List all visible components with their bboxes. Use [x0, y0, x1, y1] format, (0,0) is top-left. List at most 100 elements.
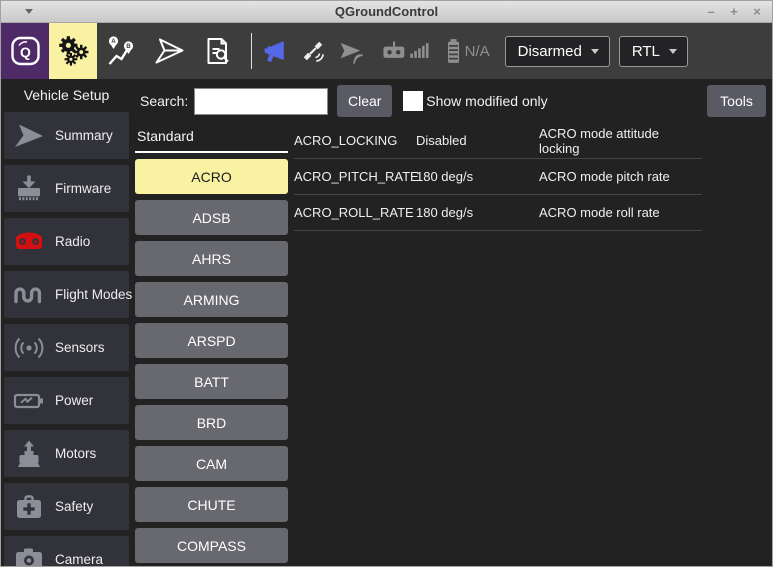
status-indicator-vehicle-messages[interactable]	[261, 38, 287, 64]
category-button-brd[interactable]: BRD	[135, 405, 288, 440]
view-button-vehicle-setup[interactable]	[49, 23, 97, 79]
caret-down-icon	[669, 49, 677, 54]
parameter-name: ACRO_PITCH_RATE	[294, 169, 416, 184]
category-button-ahrs[interactable]: AHRS	[135, 241, 288, 276]
view-button-analyze[interactable]	[193, 23, 241, 79]
status-indicator-gps[interactable]	[300, 38, 326, 64]
sidebar-title: Vehicle Setup	[1, 79, 132, 112]
svg-text:Q: Q	[20, 44, 31, 60]
category-button-arming[interactable]: ARMING	[135, 282, 288, 317]
view-button-qgc-app[interactable]: Q	[1, 23, 49, 79]
parameter-name: ACRO_ROLL_RATE	[294, 205, 416, 220]
category-button-arspd[interactable]: ARSPD	[135, 323, 288, 358]
telemetry-plane-icon	[339, 38, 367, 64]
svg-text:A: A	[111, 38, 116, 45]
paper-plane-icon	[153, 35, 186, 67]
camera-icon	[12, 545, 46, 567]
megaphone-icon	[261, 38, 287, 64]
show-modified-label: Show modified only	[426, 93, 547, 109]
parameter-value: 180 deg/s	[416, 205, 539, 220]
parameter-row[interactable]: ACRO_LOCKING Disabled ACRO mode attitude…	[294, 123, 702, 159]
status-indicators: N/A	[261, 38, 490, 64]
rc-transmitter-icon	[380, 38, 432, 64]
sidebar-item-firmware[interactable]: Firmware	[4, 165, 129, 212]
maximize-button[interactable]: +	[728, 2, 740, 22]
parameter-row[interactable]: ACRO_ROLL_RATE 180 deg/s ACRO mode roll …	[294, 195, 702, 231]
sidebar-item-summary[interactable]: Summary	[4, 112, 129, 159]
parameter-row[interactable]: ACRO_PITCH_RATE 180 deg/s ACRO mode pitc…	[294, 159, 702, 195]
sidebar-item-power[interactable]: Power	[4, 377, 129, 424]
armed-state-dropdown[interactable]: Disarmed	[505, 36, 610, 67]
sidebar-item-label: Power	[55, 393, 93, 408]
sidebar-item-label: Summary	[55, 128, 113, 143]
status-indicator-telemetry-rssi[interactable]	[339, 38, 367, 64]
sidebar-item-radio[interactable]: Radio	[4, 218, 129, 265]
sidebar-item-label: Sensors	[55, 340, 105, 355]
tools-button[interactable]: Tools	[707, 85, 766, 117]
sidebar-item-sensors[interactable]: Sensors	[4, 324, 129, 371]
qgc-logo-icon: Q	[9, 35, 42, 67]
search-bar: Search: Clear Show modified only Tools	[132, 79, 772, 123]
flight-mode-label: RTL	[632, 43, 660, 60]
category-buttons: ACRO ADSB AHRS ARMING ARSPD BATT BRD CAM CHUTE CO…	[135, 159, 288, 563]
window-title: QGroundControl	[1, 4, 772, 19]
view-buttons: QAB	[1, 23, 241, 79]
sidebar-item-camera[interactable]: Camera	[4, 536, 129, 566]
status-indicator-rc-rssi[interactable]	[380, 38, 432, 64]
flight-mode-dropdown[interactable]: RTL	[619, 36, 688, 67]
title-bar: QGroundControl – + ×	[1, 1, 772, 23]
parameter-name: ACRO_LOCKING	[294, 133, 416, 148]
status-indicator-battery[interactable]: N/A	[445, 38, 490, 64]
log-analyze-icon	[201, 35, 234, 67]
view-button-plan[interactable]: AB	[97, 23, 145, 79]
close-button[interactable]: ×	[751, 2, 763, 22]
sidebar-item-label: Camera	[55, 552, 103, 566]
safety-kit-icon	[12, 492, 46, 522]
category-button-adsb[interactable]: ADSB	[135, 200, 288, 235]
view-button-fly[interactable]	[145, 23, 193, 79]
category-group-title: Standard	[135, 123, 288, 153]
sensors-signal-icon	[12, 333, 46, 363]
parameter-value: 180 deg/s	[416, 169, 539, 184]
show-modified-checkbox[interactable]	[403, 91, 423, 111]
category-button-chute[interactable]: CHUTE	[135, 487, 288, 522]
plan-route-icon: AB	[105, 35, 138, 67]
parameter-table: ACRO_LOCKING Disabled ACRO mode attitude…	[294, 123, 702, 566]
motor-icon	[12, 439, 46, 469]
parameter-value: Disabled	[416, 133, 539, 148]
minimize-button[interactable]: –	[705, 2, 717, 22]
sidebar-item-label: Motors	[55, 446, 96, 461]
window-controls: – + ×	[705, 2, 772, 22]
caret-down-icon	[591, 49, 599, 54]
category-button-cam[interactable]: CAM	[135, 446, 288, 481]
sidebar-item-motors[interactable]: Motors	[4, 430, 129, 477]
svg-text:B: B	[126, 43, 131, 50]
category-button-acro[interactable]: ACRO	[135, 159, 288, 194]
sidebar-items: Summary Firmware Radio Flight Modes Sens…	[1, 112, 132, 566]
vehicle-setup-view: Vehicle Setup Summary Firmware Radio Fli…	[1, 79, 772, 566]
category-button-batt[interactable]: BATT	[135, 364, 288, 399]
clear-button[interactable]: Clear	[337, 85, 392, 117]
sidebar-item-label: Safety	[55, 499, 93, 514]
satellite-icon	[300, 38, 326, 64]
gears-icon	[57, 35, 90, 67]
toolbar: QAB N/A Disarmed RTL	[1, 23, 772, 79]
sidebar-item-label: Flight Modes	[55, 287, 132, 302]
firmware-chip-icon	[12, 174, 46, 204]
parameter-description: ACRO mode pitch rate	[539, 169, 702, 184]
flight-modes-wave-icon	[12, 280, 46, 310]
sidebar-item-flight-modes[interactable]: Flight Modes	[4, 271, 129, 318]
search-input[interactable]	[194, 88, 328, 115]
sidebar-item-safety[interactable]: Safety	[4, 483, 129, 530]
parameter-description: ACRO mode roll rate	[539, 205, 702, 220]
armed-state-label: Disarmed	[518, 43, 582, 60]
category-list: Standard ACRO ADSB AHRS ARMING ARSPD BATT BRD C…	[135, 123, 288, 566]
qgroundcontrol-window: QGroundControl – + × QAB N/A Disarmed RT…	[0, 0, 773, 567]
vehicle-setup-sidebar: Vehicle Setup Summary Firmware Radio Fli…	[1, 79, 132, 566]
parameter-description: ACRO mode attitude locking	[539, 126, 702, 156]
summary-plane-icon	[12, 121, 46, 151]
battery-icon	[445, 38, 462, 64]
window-menu-caret-icon[interactable]	[25, 9, 33, 14]
category-button-compass[interactable]: COMPASS	[135, 528, 288, 563]
sidebar-item-label: Radio	[55, 234, 90, 249]
